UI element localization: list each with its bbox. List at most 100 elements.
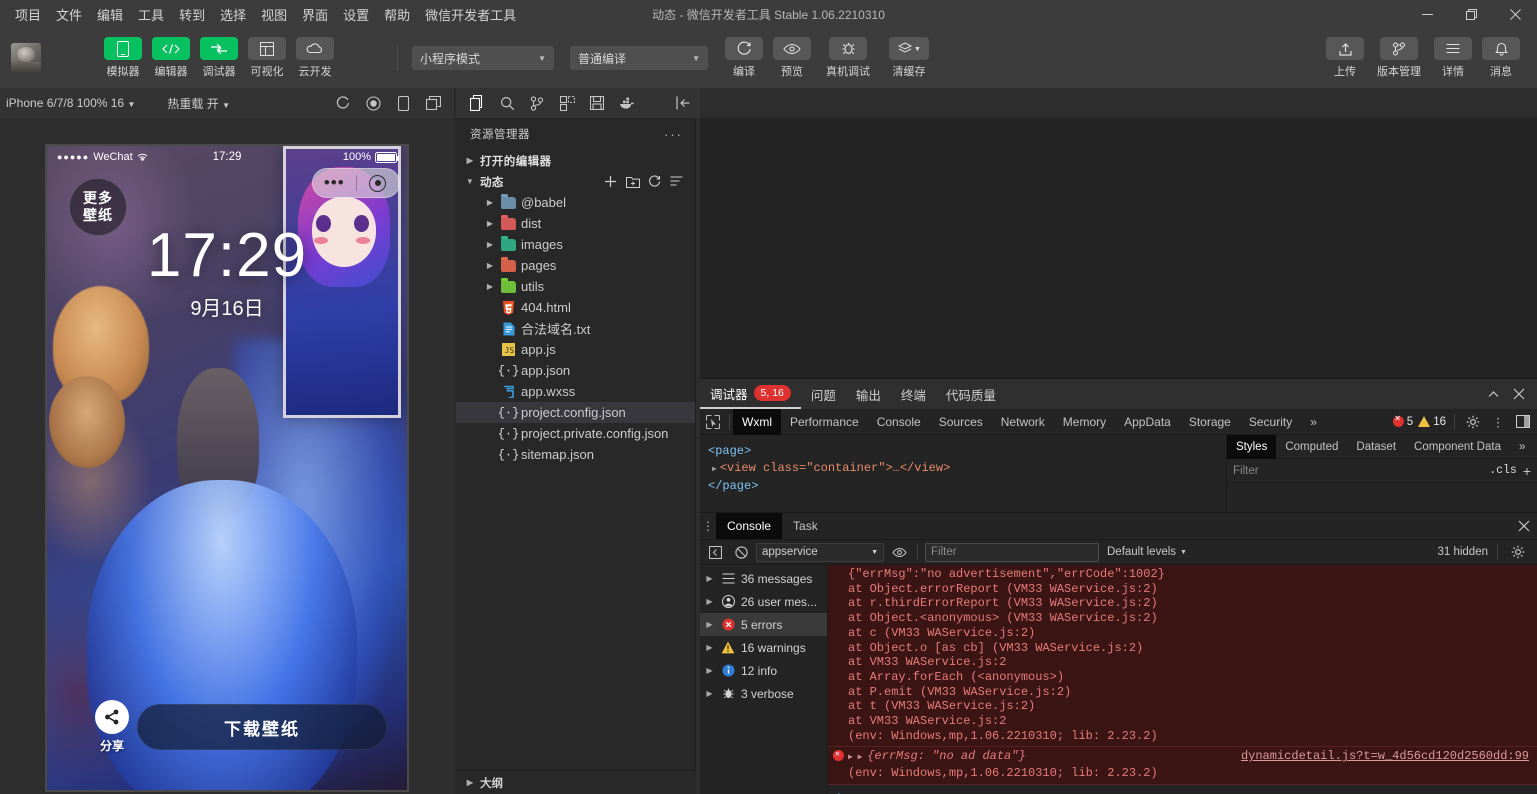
menu-item-settings[interactable]: 设置	[336, 2, 376, 27]
tab-appdata[interactable]: AppData	[1115, 409, 1180, 435]
menu-item-help[interactable]: 帮助	[377, 2, 417, 27]
tree-item-domains-txt[interactable]: 合法域名.txt	[456, 318, 695, 339]
tab-more-icon[interactable]: »	[1301, 409, 1326, 435]
maximize-button[interactable]	[1449, 0, 1493, 28]
tree-item-sitemap-json[interactable]: {·} sitemap.json	[456, 444, 695, 465]
sidebar-item-warnings[interactable]: ▶ 16 warnings	[700, 636, 827, 659]
tab-output[interactable]: 输出	[846, 379, 891, 409]
inspect-element-icon[interactable]	[700, 409, 726, 435]
simulator-refresh-icon[interactable]	[328, 88, 358, 118]
new-style-rule-icon[interactable]: +	[1523, 463, 1531, 479]
toggle-editor-button[interactable]: 编辑器	[151, 37, 191, 79]
clear-cache-button[interactable]: ▼ 清缓存	[884, 37, 934, 79]
project-section[interactable]: ▼ 动态	[456, 171, 695, 192]
device-select[interactable]: iPhone 6/7/8 100% 16 ▼	[0, 96, 141, 110]
gear-icon[interactable]	[1463, 412, 1483, 432]
console-menu-icon[interactable]: ⋮	[700, 513, 716, 539]
new-folder-icon[interactable]	[624, 173, 641, 190]
tab-terminal[interactable]: 终端	[891, 379, 936, 409]
real-device-debug-button[interactable]: 真机调试	[820, 37, 876, 79]
tree-item-pages[interactable]: ▶ pages	[456, 255, 695, 276]
toggle-simulator-button[interactable]: 模拟器	[103, 37, 143, 79]
tab-memory[interactable]: Memory	[1054, 409, 1115, 435]
sidebar-item-info[interactable]: ▶ 12 info	[700, 659, 827, 682]
menu-item-file[interactable]: 文件	[49, 2, 89, 27]
console-log-list[interactable]: {"errMsg":"no advertisement","errCode":1…	[828, 565, 1537, 794]
preview-button[interactable]: 预览	[772, 37, 812, 79]
tab-dataset[interactable]: Dataset	[1347, 435, 1405, 459]
menu-item-project[interactable]: 项目	[8, 2, 48, 27]
clear-console-icon[interactable]	[730, 541, 752, 563]
console-context-select[interactable]: appservice ▼	[756, 542, 884, 562]
new-file-icon[interactable]	[602, 173, 619, 190]
tree-item-app-wxss[interactable]: app.wxss	[456, 381, 695, 402]
upload-button[interactable]: 上传	[1325, 37, 1365, 79]
toggle-console-sidebar-icon[interactable]	[704, 541, 726, 563]
tree-item-project-private-config-json[interactable]: {·} project.private.config.json	[456, 423, 695, 444]
console-filter-input[interactable]: Filter	[925, 542, 1099, 562]
wxml-line-2[interactable]: ▶ <view class="container">…</view>	[708, 460, 1226, 479]
search-icon[interactable]	[492, 88, 522, 118]
console-error-entry-2[interactable]: ▶ ▶ {errMsg: "no ad data"} dynamicdetail…	[828, 747, 1537, 785]
minimize-button[interactable]	[1405, 0, 1449, 28]
menu-item-edit[interactable]: 编辑	[90, 2, 130, 27]
collapse-sidebar-button[interactable]	[666, 88, 700, 118]
tree-item-dist[interactable]: ▶ dist	[456, 213, 695, 234]
tab-console[interactable]: Console	[868, 409, 930, 435]
capsule-close-icon[interactable]	[357, 174, 400, 192]
tree-item-babel[interactable]: ▶ @babel	[456, 192, 695, 213]
close-icon[interactable]	[1507, 382, 1531, 406]
sidebar-item-errors[interactable]: ▶ 5 errors	[700, 613, 827, 636]
tab-component-data[interactable]: Component Data	[1405, 435, 1510, 459]
share-button[interactable]: 分享	[89, 700, 135, 754]
simulator-rotate-icon[interactable]	[388, 88, 418, 118]
compile-button[interactable]: 编译	[724, 37, 764, 79]
sidebar-item-messages[interactable]: ▶ 36 messages	[700, 567, 827, 590]
error-source-link[interactable]: dynamicdetail.js?t=w_4d56cd120d2560dd:99	[1241, 749, 1529, 764]
error-summary-row[interactable]: ▶ ▶ {errMsg: "no ad data"} dynamicdetail…	[848, 749, 1531, 766]
more-wallpapers-badge[interactable]: 更多壁纸	[69, 178, 127, 236]
close-drawer-icon[interactable]	[1511, 513, 1537, 539]
hot-reload-select[interactable]: 热重载 开 ▼	[161, 95, 236, 112]
sidebar-item-verbose[interactable]: ▶ 3 verbose	[700, 682, 827, 705]
console-settings-gear-icon[interactable]	[1507, 541, 1529, 563]
styles-filter-input[interactable]: Filter	[1233, 465, 1259, 477]
version-control-button[interactable]: 版本管理	[1373, 37, 1425, 79]
warning-counter[interactable]: 16	[1418, 416, 1446, 428]
tree-item-app-json[interactable]: {·} app.json	[456, 360, 695, 381]
tab-wxml[interactable]: Wxml	[733, 408, 781, 435]
tab-console[interactable]: Console	[716, 513, 783, 539]
extensions-icon[interactable]	[552, 88, 582, 118]
toggle-cloud-button[interactable]: 云开发	[295, 37, 335, 79]
close-button[interactable]	[1493, 0, 1537, 28]
console-error-entry-1[interactable]: {"errMsg":"no advertisement","errCode":1…	[828, 565, 1537, 748]
tree-item-404-html[interactable]: 404.html	[456, 297, 695, 318]
tab-styles[interactable]: Styles	[1227, 434, 1277, 459]
kebab-icon[interactable]: ⋮	[1488, 412, 1508, 432]
mode-select[interactable]: 小程序模式 ▼	[412, 46, 554, 70]
tab-performance[interactable]: Performance	[781, 409, 868, 435]
tree-item-images[interactable]: ▶ images	[456, 234, 695, 255]
menu-item-devtools[interactable]: 微信开发者工具	[418, 2, 523, 27]
simulator-record-icon[interactable]	[358, 88, 388, 118]
compile-mode-select[interactable]: 普通编译 ▼	[570, 46, 708, 70]
menu-item-view[interactable]: 视图	[254, 2, 294, 27]
menu-item-select[interactable]: 选择	[213, 2, 253, 27]
phone-simulator[interactable]: ●●●●● WeChat 17:29 100% ••• 更多壁纸 17:29 9…	[45, 144, 409, 792]
details-button[interactable]: 详情	[1433, 37, 1473, 79]
tab-styles-more-icon[interactable]: »	[1510, 435, 1534, 459]
cls-toggle[interactable]: .cls	[1489, 464, 1517, 477]
tab-task[interactable]: Task	[782, 513, 829, 539]
menu-item-interface[interactable]: 界面	[295, 2, 335, 27]
simulator-window-icon[interactable]	[418, 88, 448, 118]
tab-code-quality[interactable]: 代码质量	[936, 379, 1006, 409]
source-control-icon[interactable]	[522, 88, 552, 118]
tab-security[interactable]: Security	[1240, 409, 1301, 435]
save-icon[interactable]	[582, 88, 612, 118]
chevron-up-icon[interactable]	[1481, 382, 1505, 406]
download-wallpaper-button[interactable]: 下载壁纸	[137, 704, 387, 750]
console-input-prompt[interactable]: ›	[828, 785, 1537, 794]
tab-storage[interactable]: Storage	[1180, 409, 1240, 435]
menu-item-goto[interactable]: 转到	[172, 2, 212, 27]
sidebar-item-user-messages[interactable]: ▶ 26 user mes...	[700, 590, 827, 613]
